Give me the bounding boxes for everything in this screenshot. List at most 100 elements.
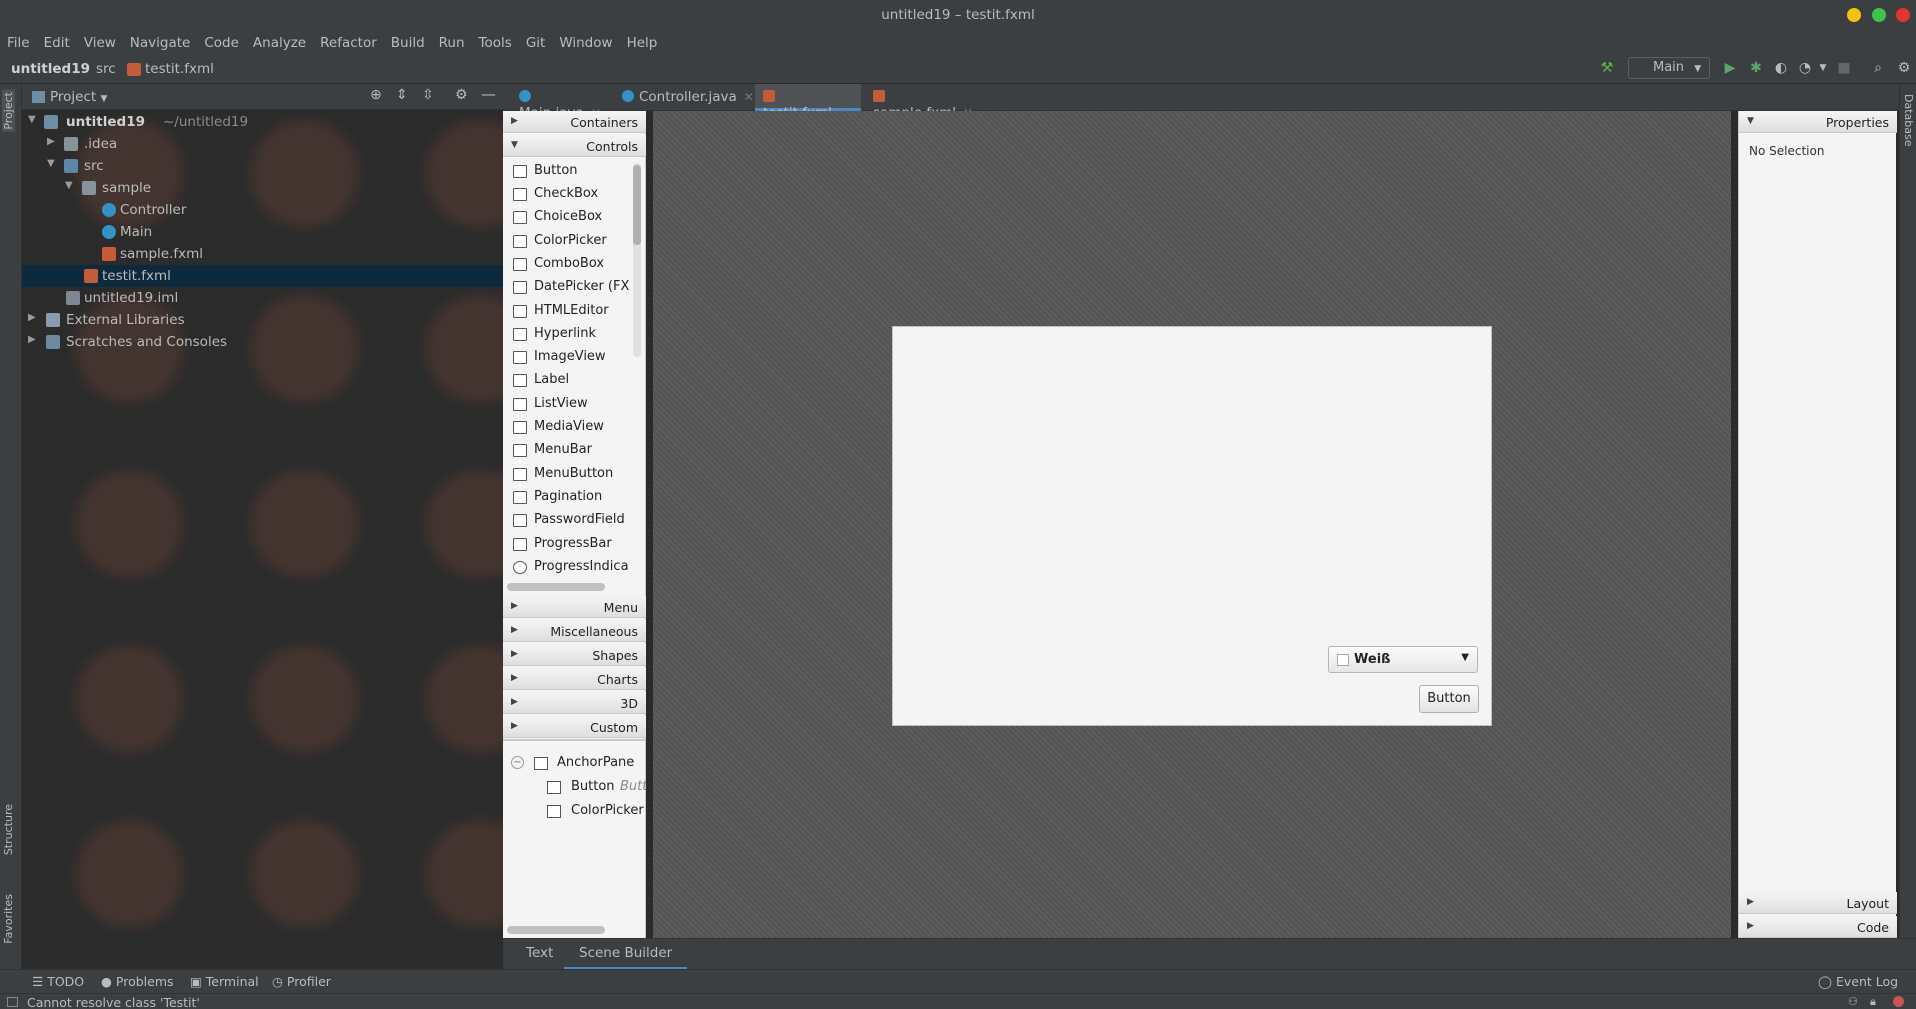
library-item-pagination[interactable]: Pagination: [503, 486, 629, 509]
status-toggle-icon[interactable]: [7, 997, 18, 1007]
hierarchy-item-anchorpane[interactable]: − AnchorPane: [503, 752, 646, 774]
favorites-tool-tab[interactable]: Favorites: [2, 894, 15, 944]
library-item-datepicker[interactable]: DatePicker (FX8): [503, 276, 629, 299]
tree-item-scratches[interactable]: ▶ Scratches and Consoles: [22, 331, 503, 353]
project-tool-tab[interactable]: Project: [2, 90, 15, 132]
library-item-choicebox[interactable]: ChoiceBox: [503, 206, 629, 229]
tab-sample-fxml[interactable]: sample.fxml✕: [865, 84, 979, 121]
menu-git[interactable]: Git: [519, 35, 553, 51]
tab-controller-java[interactable]: Controller.java ✕: [614, 84, 754, 111]
breadcrumb-folder[interactable]: src: [96, 61, 116, 77]
debug-icon[interactable]: ✱: [1748, 60, 1764, 76]
menu-help[interactable]: Help: [620, 35, 665, 51]
breadcrumb-file[interactable]: testit.fxml: [145, 61, 214, 77]
event-log[interactable]: ◯ Event Log: [1818, 974, 1898, 989]
tree-item-main[interactable]: Main: [22, 221, 503, 243]
tool-profiler[interactable]: ◷ Profiler: [272, 974, 331, 989]
library-item-label[interactable]: Label: [503, 369, 629, 392]
stop-icon[interactable]: ■: [1836, 60, 1852, 76]
inspector-section-code[interactable]: ▶ Code: [1739, 916, 1897, 938]
library-item-passwordfield[interactable]: PasswordField: [503, 509, 629, 532]
library-item-htmleditor[interactable]: HTMLEditor: [503, 300, 629, 323]
tree-item-iml[interactable]: untitled19.iml: [22, 287, 503, 309]
expand-all-icon[interactable]: ⇕: [396, 87, 408, 103]
collapse-all-icon[interactable]: ⇳: [422, 87, 434, 103]
database-tool-tab[interactable]: Database: [1902, 94, 1915, 147]
git-icon[interactable]: ⚇: [1848, 995, 1858, 1008]
library-section-3d[interactable]: ▶ 3D: [503, 692, 646, 714]
menu-build[interactable]: Build: [384, 35, 432, 51]
menu-view[interactable]: View: [77, 35, 123, 51]
library-item-progressindicator[interactable]: ProgressIndicator: [503, 556, 629, 577]
tool-todo[interactable]: ☰ TODO: [32, 974, 84, 989]
tab-main-java[interactable]: Main.java✕: [511, 84, 611, 121]
library-item-imageview[interactable]: ImageView: [503, 346, 629, 369]
tab-text[interactable]: Text: [526, 945, 553, 970]
library-item-checkbox[interactable]: CheckBox: [503, 183, 629, 206]
hide-panel-icon[interactable]: —: [481, 85, 496, 103]
scrollbar-thumb[interactable]: [633, 165, 641, 245]
profile-icon[interactable]: ◔: [1797, 60, 1813, 76]
tool-terminal[interactable]: ▣ Terminal: [190, 974, 259, 989]
library-item-menubar[interactable]: MenuBar: [503, 439, 629, 462]
inspector-section-properties[interactable]: ▼ Properties: [1739, 111, 1897, 133]
tree-item-controller[interactable]: Controller: [22, 199, 503, 221]
tab-scene-builder[interactable]: Scene Builder: [564, 945, 688, 970]
menu-edit[interactable]: Edit: [37, 35, 77, 51]
tree-item-idea[interactable]: ▶ .idea: [22, 133, 503, 155]
menu-navigate[interactable]: Navigate: [123, 35, 198, 51]
stage-button[interactable]: Button: [1419, 685, 1479, 713]
more-run-chevron-icon[interactable]: ▼: [1815, 63, 1831, 79]
colorpicker-control[interactable]: Weiß ▼: [1328, 646, 1478, 673]
hierarchy-item-button[interactable]: Button Button: [503, 776, 646, 798]
coverage-icon[interactable]: ◐: [1773, 60, 1789, 76]
library-vertical-scrollbar[interactable]: [633, 163, 641, 357]
menu-analyze[interactable]: Analyze: [246, 35, 313, 51]
library-item-progressbar[interactable]: ProgressBar: [503, 533, 629, 556]
maximize-button[interactable]: [1872, 8, 1886, 22]
tab-testit-fxml[interactable]: testit.fxml✕: [755, 84, 861, 121]
minimize-button[interactable]: [1847, 8, 1861, 22]
menu-tools[interactable]: Tools: [472, 35, 519, 51]
menu-run[interactable]: Run: [432, 35, 472, 51]
library-section-containers[interactable]: ▶ Containers: [503, 111, 646, 133]
library-section-charts[interactable]: ▶ Charts: [503, 668, 646, 690]
tree-item-src[interactable]: ▼ src: [22, 155, 503, 177]
tree-item-sample-fxml[interactable]: sample.fxml: [22, 243, 503, 265]
tree-item-sample-package[interactable]: ▼ sample: [22, 177, 503, 199]
library-item-button[interactable]: Button: [503, 160, 629, 183]
close-tab-icon[interactable]: ✕: [744, 90, 754, 104]
locate-file-icon[interactable]: ⊕: [370, 87, 382, 103]
structure-tool-tab[interactable]: Structure: [2, 804, 15, 855]
run-icon[interactable]: ▶: [1722, 60, 1738, 76]
inspector-section-layout[interactable]: ▶ Layout: [1739, 892, 1897, 914]
library-item-listview[interactable]: ListView: [503, 393, 629, 416]
library-item-mediaview[interactable]: MediaView: [503, 416, 629, 439]
collapse-icon[interactable]: −: [511, 756, 524, 769]
anchorpane-stage[interactable]: Weiß ▼ Button: [892, 326, 1492, 726]
breadcrumb-project[interactable]: untitled19: [11, 61, 90, 77]
library-section-menu[interactable]: ▶ Menu: [503, 596, 646, 618]
panel-settings-gear-icon[interactable]: ⚙: [455, 87, 468, 103]
library-horizontal-scrollbar[interactable]: [507, 583, 605, 591]
tree-item-project-root[interactable]: ▼ untitled19 ~/untitled19: [22, 111, 503, 133]
tool-problems[interactable]: ● Problems: [101, 974, 174, 989]
library-section-miscellaneous[interactable]: ▶ Miscellaneous: [503, 620, 646, 642]
menu-window[interactable]: Window: [552, 35, 619, 51]
tree-item-testit-fxml[interactable]: testit.fxml: [22, 265, 503, 287]
menu-code[interactable]: Code: [197, 35, 246, 51]
hierarchy-item-colorpicker[interactable]: ColorPicker: [503, 800, 646, 822]
library-item-colorpicker[interactable]: ColorPicker: [503, 230, 629, 253]
library-section-shapes[interactable]: ▶ Shapes: [503, 644, 646, 666]
error-icon[interactable]: [1893, 996, 1904, 1007]
library-item-menubutton[interactable]: MenuButton: [503, 463, 629, 486]
tree-item-external-libraries[interactable]: ▶ External Libraries: [22, 309, 503, 331]
library-item-combobox[interactable]: ComboBox: [503, 253, 629, 276]
close-button[interactable]: [1896, 8, 1910, 22]
hierarchy-horizontal-scrollbar[interactable]: [507, 926, 605, 934]
project-view-selector[interactable]: Project ▼: [50, 89, 107, 105]
menu-file[interactable]: File: [0, 35, 37, 51]
lock-icon[interactable]: 🔒︎: [1870, 995, 1876, 1009]
library-item-hyperlink[interactable]: Hyperlink: [503, 323, 629, 346]
library-section-controls[interactable]: ▼ Controls: [503, 135, 646, 157]
